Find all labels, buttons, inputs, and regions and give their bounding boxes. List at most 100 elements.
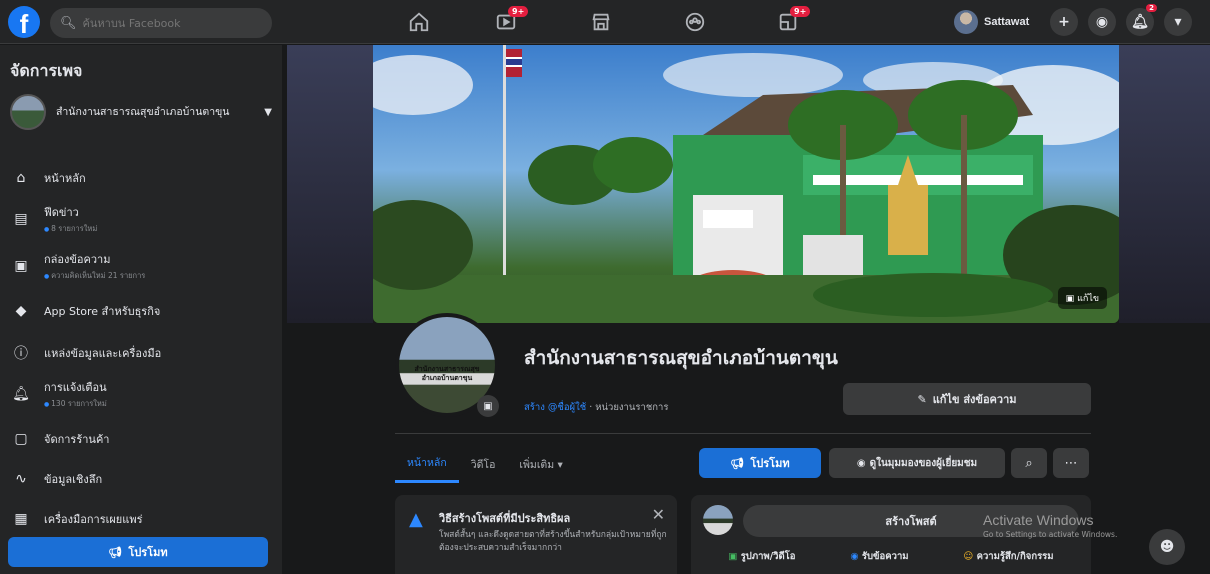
profile-avatar [954,10,978,34]
bell-icon: 🔔︎ [12,386,30,402]
pencil-icon: ✎ [917,392,927,406]
camera-icon: ▣ [483,400,493,412]
groups-tab[interactable] [665,4,725,40]
promote-button[interactable]: 📢︎ โปรโมท [699,448,821,478]
sidebar-item-notifications[interactable]: 🔔︎ การแจ้งเตือน 130 รายการใหม่ [10,378,272,410]
composer-avatar [703,505,733,535]
sidebar-item-inbox[interactable]: ▣ กล่องข้อความความคิดเห็นใหม่ 21 รายการ [10,250,272,282]
shop-icon: ▢ [14,431,28,447]
gaming-tab[interactable]: 9+ [758,4,818,40]
top-navigation-bar: f 🔍︎ 9+ 9+ Sattawat + ◉ 🔔︎ 2 ▾ [0,0,1210,44]
sidebar-item-label: App Store สำหรับธุรกิจ [44,305,161,318]
avatar-sign-text: สำนักงานสาธารณสุขอำเภอบ้านตาขุน [414,365,480,382]
notification-badge: 2 [1146,4,1157,12]
more-options-button[interactable]: ⋯ [1053,448,1089,478]
page-selector[interactable]: สำนักงานสาธารณสุขอำเภอบ้านตาขุน ▼ [10,89,272,135]
cover-photo[interactable]: ▣ แก้ไข [373,45,1119,323]
app-store-icon: ◆ [15,303,27,319]
sidebar-item-label: กล่องข้อความ [44,253,111,266]
feeling-activity-action[interactable]: ☺ ความรู้สึก/กิจกรรม [963,549,1053,564]
messenger-icon: ◉ [1095,14,1109,30]
promote-label: โปรโมท [750,457,790,470]
facebook-logo[interactable]: f [8,6,40,39]
info-icon: ⓘ [14,346,28,362]
messenger-button[interactable]: ◉ [1088,8,1116,36]
plus-icon: + [1058,14,1070,30]
news-feed-icon: ▤ [14,211,28,227]
sidebar-item-app-store[interactable]: ◆ App Store สำหรับธุรกิจ [10,300,272,322]
search-page-button[interactable]: ⌕ [1011,448,1047,478]
sidebar-item-home[interactable]: ⌂ หน้าหลัก [10,167,272,189]
caret-down-icon: ▾ [1174,14,1182,30]
feeling-activity-label: ความรู้สึก/กิจกรรม [976,551,1054,562]
cover-illustration [373,45,1119,323]
profile-name: Sattawat [984,16,1030,28]
page-tabs: หน้าหลัก วิดีโอ เพิ่มเติม ▾ [395,445,575,483]
cover-backdrop-left [287,45,373,323]
tab-more[interactable]: เพิ่มเติม ▾ [507,445,574,483]
sidebar-item-label: เครื่องมือการเผยแพร่ [44,513,143,526]
megaphone-icon: 📢︎ [730,456,745,470]
sidebar-item-label: หน้าหลัก [44,172,86,185]
tip-body: โพสต์สั้นๆ และดึงดูดสายตาที่สร้างขึ้นสำห… [439,530,667,553]
sidebar-item-label: จัดการร้านค้า [44,433,110,446]
insights-icon: ∿ [15,471,27,487]
notifications-button[interactable]: 🔔︎ 2 [1126,4,1157,36]
get-messages-label: รับข้อความ [861,551,909,562]
caret-down-icon: ▼ [264,106,272,118]
sidebar-title: จัดการเพจ [10,61,83,80]
get-messages-action[interactable]: ◉ รับข้อความ [850,549,908,564]
sidebar-item-sub: ความคิดเห็นใหม่ 21 รายการ [44,270,145,282]
create-username-link[interactable]: สร้าง @ชื่อผู้ใช้ [524,402,586,413]
sidebar-item-label: การแจ้งเตือน [44,381,107,394]
contacts-icon: ☻ [1159,539,1175,555]
sidebar-item-sub: 130 รายการใหม่ [44,398,107,410]
post-tip-card: ▲ วิธีสร้างโพสต์ที่มีประสิทธิผล โพสต์สั้… [395,495,677,574]
account-menu-button[interactable]: ▾ [1164,8,1192,36]
edit-cover-label: แก้ไข [1077,294,1099,304]
create-button[interactable]: + [1050,8,1078,36]
view-as-visitor-button[interactable]: ◉ ดูในมุมมองของผู้เยี่ยมชม [829,448,1005,478]
edit-send-label: แก้ไข ส่งข้อความ [932,393,1017,406]
tab-videos[interactable]: วิดีโอ [459,445,508,483]
search-input[interactable] [82,16,253,30]
sidebar-item-shop[interactable]: ▢ จัดการร้านค้า [10,428,272,450]
home-tab[interactable] [389,4,449,40]
page-thumbnail [10,94,46,130]
messenger-icon: ◉ [850,551,859,562]
page-title: สำนักงานสาธารณสุขอำเภอบ้านตาขุน [524,347,838,369]
more-icon: ⋯ [1064,455,1078,471]
profile-chip[interactable]: Sattawat [954,8,1029,36]
marketplace-tab[interactable] [571,4,631,40]
header-divider [395,433,1091,434]
watch-tab[interactable]: 9+ [476,4,536,40]
photo-video-action[interactable]: ▣ รูปภาพ/วิดีโอ [728,549,795,564]
tip-title: วิธีสร้างโพสต์ที่มีประสิทธิผล [439,512,571,525]
sidebar-item-news-feed[interactable]: ▤ ฟีดข่าว 8 รายการใหม่ [10,203,272,235]
sidebar-promote-button[interactable]: 📢︎ โปรโมท [8,537,268,567]
tab-home[interactable]: หน้าหลัก [395,445,459,483]
close-icon[interactable]: ✕ [652,505,665,524]
sidebar-item-label: ฟีดข่าว [44,206,79,219]
edit-send-message-button[interactable]: ✎ แก้ไข ส่งข้อความ [843,383,1091,415]
change-profile-picture-button[interactable]: ▣ [477,395,499,417]
sidebar-item-insights[interactable]: ∿ ข้อมูลเชิงลึก [10,468,272,490]
watch-badge: 9+ [508,6,529,17]
sidebar-item-resources[interactable]: ⓘ แหล่งข้อมูลและเครื่องมือ [10,342,272,364]
page-category: · หน่วยงานราชการ [586,402,669,413]
new-message-button[interactable]: ☻ [1149,529,1185,565]
edit-cover-button[interactable]: ▣ แก้ไข [1057,287,1107,309]
eye-icon: ◉ [856,457,866,469]
sidebar-item-publishing-tools[interactable]: ▦ เครื่องมือการเผยแพร่ [10,508,272,530]
sidebar-item-label: ข้อมูลเชิงลึก [44,473,103,486]
megaphone-icon: 📢︎ [108,545,123,559]
bell-icon: 🔔︎ [1131,14,1149,30]
home-icon [409,12,429,32]
page-meta: สร้าง @ชื่อผู้ใช้ · หน่วยงานราชการ [524,400,668,415]
inbox-icon: ▣ [14,258,28,274]
smiley-icon: ☺ [963,551,974,562]
activate-windows-watermark: Activate Windows Go to Settings to activ… [983,512,1117,539]
publishing-tools-icon: ▦ [14,511,28,527]
camera-icon: ▣ [1065,294,1075,304]
search-box[interactable]: 🔍︎ [50,8,272,38]
